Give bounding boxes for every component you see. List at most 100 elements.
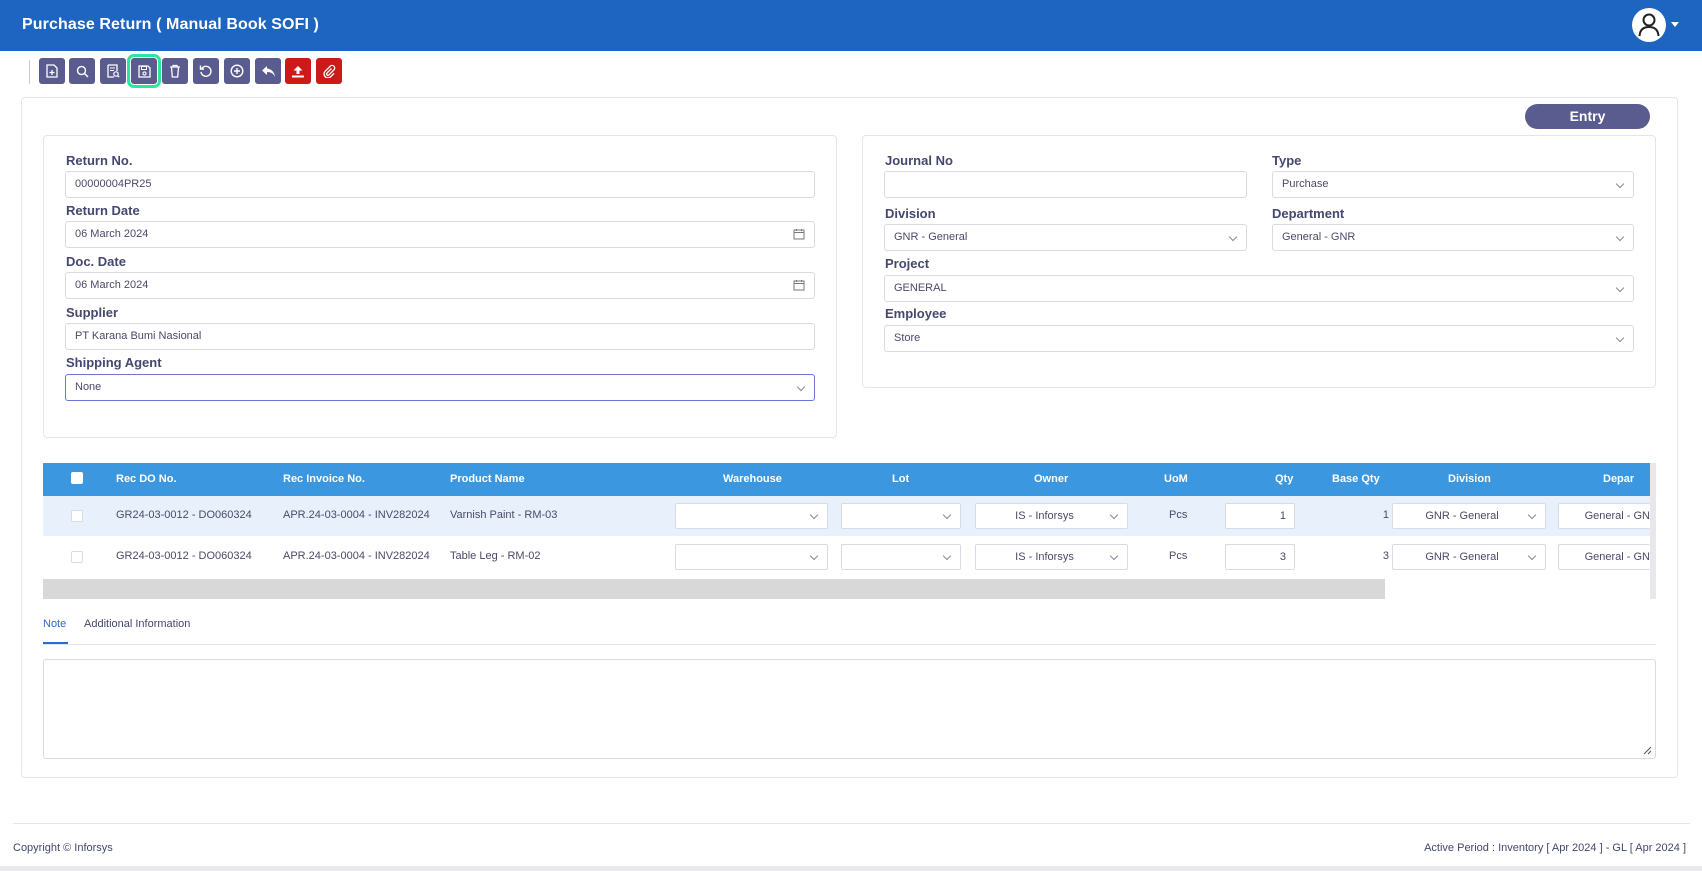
- base-qty-cell: 3: [1382, 550, 1389, 562]
- qty-input[interactable]: 3: [1225, 544, 1295, 570]
- upload-icon: [292, 65, 304, 77]
- journal-no-label: Journal No: [885, 153, 953, 168]
- table-row[interactable]: GR24-03-0012 - DO060324 APR.24-03-0004 -…: [43, 496, 1650, 536]
- chevron-down-icon: [1527, 551, 1537, 561]
- journal-no-field[interactable]: [884, 171, 1247, 198]
- active-period-text: Active Period : Inventory [ Apr 2024 ] -…: [1424, 842, 1686, 854]
- row-checkbox[interactable]: [71, 510, 83, 522]
- column-header-rec-do[interactable]: Rec DO No.: [116, 473, 177, 485]
- warehouse-select[interactable]: [675, 544, 828, 570]
- new-document-icon: [46, 64, 58, 78]
- rec-invoice-cell: APR.24-03-0004 - INV282024: [283, 550, 430, 562]
- resize-handle-icon[interactable]: [1642, 745, 1652, 755]
- chevron-down-icon: [1109, 510, 1119, 520]
- user-icon: [1638, 13, 1660, 37]
- chevron-down-icon: [809, 510, 819, 520]
- search-button[interactable]: [69, 58, 95, 84]
- search-icon: [76, 65, 88, 77]
- upload-button[interactable]: [285, 58, 311, 84]
- undo-icon: [261, 65, 275, 77]
- add-button[interactable]: [224, 58, 250, 84]
- column-header-warehouse[interactable]: Warehouse: [723, 473, 782, 485]
- note-textarea[interactable]: [43, 659, 1656, 759]
- toolbar-divider: [29, 60, 30, 84]
- return-no-value: 00000004PR25: [75, 178, 152, 190]
- type-value: Purchase: [1282, 178, 1329, 190]
- return-date-label: Return Date: [66, 203, 140, 218]
- column-header-lot[interactable]: Lot: [892, 473, 909, 485]
- project-select[interactable]: GENERAL: [884, 275, 1634, 302]
- column-header-owner[interactable]: Owner: [1034, 473, 1068, 485]
- refresh-button[interactable]: [193, 58, 219, 84]
- doc-date-label: Doc. Date: [66, 254, 126, 269]
- column-header-division[interactable]: Division: [1448, 473, 1491, 485]
- column-header-uom[interactable]: UoM: [1164, 473, 1188, 485]
- division-select[interactable]: GNR - General: [884, 224, 1247, 251]
- type-label: Type: [1272, 153, 1302, 168]
- delete-button[interactable]: [162, 58, 188, 84]
- rec-do-cell: GR24-03-0012 - DO060324: [116, 550, 252, 562]
- lot-select[interactable]: [841, 503, 961, 529]
- add-icon: [230, 64, 244, 78]
- user-avatar[interactable]: [1632, 8, 1666, 42]
- save-button[interactable]: [127, 54, 161, 88]
- grid-vertical-scrollbar[interactable]: [1650, 463, 1656, 599]
- column-header-qty[interactable]: Qty: [1275, 473, 1293, 485]
- return-date-field[interactable]: 06 March 2024: [65, 221, 815, 248]
- row-division-select[interactable]: GNR - General: [1392, 503, 1546, 529]
- attachment-icon: [323, 64, 336, 78]
- return-date-value: 06 March 2024: [75, 228, 149, 240]
- shipping-agent-label: Shipping Agent: [66, 355, 162, 370]
- table-row[interactable]: GR24-03-0012 - DO060324 APR.24-03-0004 -…: [43, 537, 1650, 577]
- chevron-down-icon: [1615, 333, 1625, 343]
- calendar-icon[interactable]: [793, 279, 805, 291]
- grid-horizontal-scrollbar[interactable]: [43, 579, 1385, 599]
- chevron-down-icon: [1527, 510, 1537, 520]
- qty-value: 3: [1279, 551, 1286, 563]
- uom-cell: Pcs: [1169, 509, 1188, 521]
- lot-select[interactable]: [841, 544, 961, 570]
- new-button[interactable]: [39, 58, 65, 84]
- undo-button[interactable]: [255, 58, 281, 84]
- qty-input[interactable]: 1: [1225, 503, 1295, 529]
- department-select[interactable]: General - GNR: [1272, 224, 1634, 251]
- app-header: Purchase Return ( Manual Book SOFI ): [0, 0, 1702, 51]
- row-department-select[interactable]: General - GN: [1558, 503, 1650, 529]
- caret-down-icon[interactable]: [1671, 22, 1679, 27]
- footer-divider: [13, 823, 1690, 824]
- chevron-down-icon: [796, 382, 806, 392]
- owner-select[interactable]: IS - Inforsys: [975, 544, 1128, 570]
- rec-do-cell: GR24-03-0012 - DO060324: [116, 509, 252, 521]
- supplier-field[interactable]: PT Karana Bumi Nasional: [65, 323, 815, 350]
- refresh-icon: [199, 65, 212, 77]
- attachment-button[interactable]: [316, 58, 342, 84]
- product-name-cell: Table Leg - RM-02: [450, 550, 541, 562]
- employee-select[interactable]: Store: [884, 325, 1634, 352]
- column-header-base-qty[interactable]: Base Qty: [1332, 473, 1380, 485]
- column-header-department[interactable]: Depar: [1603, 473, 1634, 485]
- select-all-checkbox[interactable]: [71, 472, 83, 484]
- chevron-down-icon: [942, 510, 952, 520]
- row-checkbox[interactable]: [71, 551, 83, 563]
- tab-note[interactable]: Note: [43, 618, 66, 630]
- status-badge: Entry: [1525, 104, 1650, 129]
- supplier-value: PT Karana Bumi Nasional: [75, 330, 202, 342]
- employee-label: Employee: [885, 306, 947, 321]
- tab-additional-information[interactable]: Additional Information: [84, 618, 190, 630]
- column-header-rec-invoice[interactable]: Rec Invoice No.: [283, 473, 365, 485]
- shipping-agent-select[interactable]: None: [65, 374, 815, 401]
- row-division-select[interactable]: GNR - General: [1392, 544, 1546, 570]
- owner-select[interactable]: IS - Inforsys: [975, 503, 1128, 529]
- column-header-product-name[interactable]: Product Name: [450, 473, 525, 485]
- chevron-down-icon: [942, 551, 952, 561]
- return-no-field[interactable]: 00000004PR25: [65, 171, 815, 198]
- doc-date-field[interactable]: 06 March 2024: [65, 272, 815, 299]
- chevron-down-icon: [1615, 179, 1625, 189]
- type-select[interactable]: Purchase: [1272, 171, 1634, 198]
- warehouse-select[interactable]: [675, 503, 828, 529]
- division-value: GNR - General: [894, 231, 968, 243]
- calendar-icon[interactable]: [793, 228, 805, 240]
- rec-invoice-cell: APR.24-03-0004 - INV282024: [283, 509, 430, 521]
- preview-button[interactable]: [100, 58, 126, 84]
- row-department-select[interactable]: General - GN: [1558, 544, 1650, 570]
